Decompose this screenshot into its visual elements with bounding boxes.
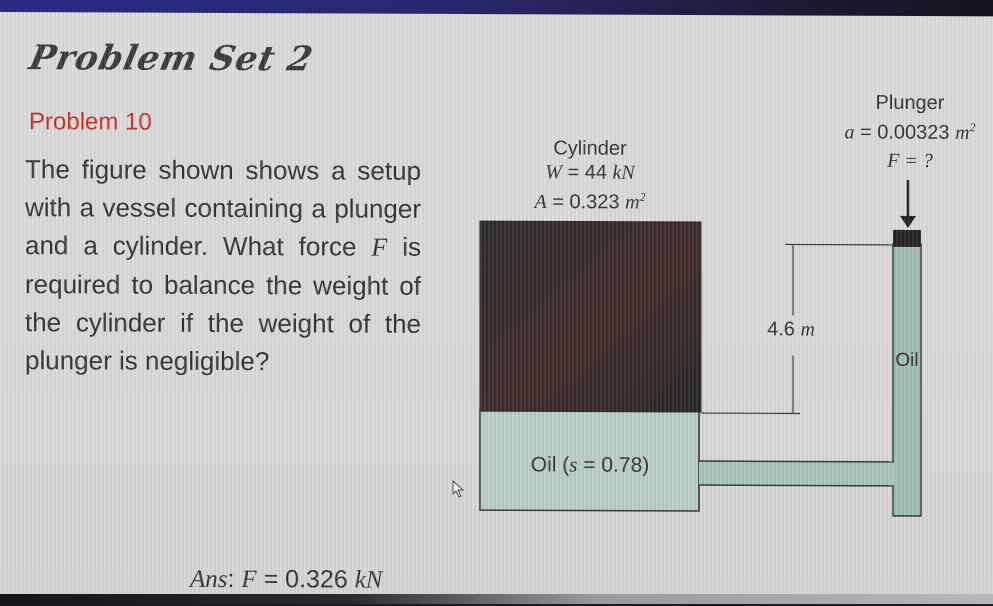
cylinder-block <box>480 221 701 412</box>
oil-label-value: = 0.78) <box>577 454 649 477</box>
tube-junction-fill <box>890 463 896 485</box>
force-arrow-head <box>900 216 916 228</box>
plunger-area-exponent: 2 <box>970 120 976 134</box>
area-variable: A <box>534 191 546 213</box>
height-unit: m <box>800 318 814 340</box>
plunger-area-unit: m <box>955 122 969 144</box>
slide: Problem Set 2 Problem 10 The figure show… <box>0 12 993 598</box>
plunger-area: a = 0.00323 m2 <box>820 115 993 145</box>
plunger-area-value: = 0.00323 <box>854 121 955 143</box>
plunger-title: Plunger <box>820 91 993 116</box>
area-value: = 0.323 <box>547 191 625 213</box>
plunger-block <box>893 230 921 247</box>
cylinder-label: Cylinder W = 44 kN A = 0.323 m2 <box>500 136 680 214</box>
window-bottom-bar <box>0 594 993 604</box>
connecting-tube <box>699 461 893 486</box>
height-value: 4.6 <box>767 318 800 340</box>
weight-unit: kN <box>613 162 635 184</box>
tube-top-wall <box>699 461 893 462</box>
cylinder-title: Cylinder <box>500 136 680 161</box>
area-exponent: 2 <box>640 190 646 204</box>
plunger-label: Plunger a = 0.00323 m2 F = ? <box>820 91 993 173</box>
plunger-tube <box>893 244 921 516</box>
plunger-area-variable: a <box>844 121 854 143</box>
oil-tube-label: Oil <box>892 349 922 373</box>
tube-bottom-wall <box>699 485 893 486</box>
area-unit: m <box>625 191 639 213</box>
force-label: F = ? <box>820 148 993 173</box>
height-label: 4.6 m <box>756 317 826 341</box>
oil-label-text: Oil ( <box>531 453 570 476</box>
cylinder-weight: W = 44 kN <box>500 160 680 185</box>
mouse-cursor-icon <box>452 480 466 498</box>
weight-variable: W <box>545 161 562 183</box>
weight-value: = 44 <box>562 161 613 183</box>
oil-main-label: Oil (s = 0.78) <box>500 452 680 478</box>
cylinder-area: A = 0.323 m2 <box>500 184 680 214</box>
